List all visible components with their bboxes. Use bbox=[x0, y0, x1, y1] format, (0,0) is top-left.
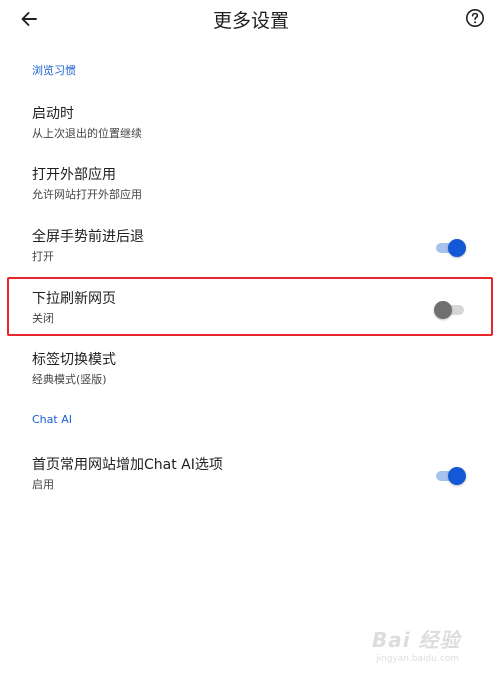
setting-subtitle: 打开 bbox=[32, 250, 54, 263]
setting-fullscreen-gesture[interactable]: 全屏手势前进后退 打开 bbox=[20, 227, 490, 273]
toggle-thumb bbox=[448, 239, 466, 257]
setting-subtitle: 从上次退出的位置继续 bbox=[32, 127, 142, 140]
pull-to-refresh-toggle[interactable] bbox=[434, 299, 466, 321]
setting-startup[interactable]: 启动时 从上次退出的位置继续 bbox=[20, 104, 490, 150]
setting-subtitle: 经典模式(竖版) bbox=[32, 373, 107, 386]
setting-title: 首页常用网站增加Chat AI选项 bbox=[32, 457, 223, 473]
setting-homepage-chat-ai[interactable]: 首页常用网站增加Chat AI选项 启用 bbox=[20, 455, 490, 501]
top-app-bar: 更多设置 bbox=[0, 0, 502, 42]
section-header-browsing-habits: 浏览习惯 bbox=[32, 64, 76, 77]
section-header-chat-ai: Chat AI bbox=[32, 413, 72, 426]
help-button[interactable] bbox=[464, 9, 486, 31]
setting-subtitle: 启用 bbox=[32, 478, 54, 491]
setting-subtitle: 允许网站打开外部应用 bbox=[32, 188, 142, 201]
settings-page: 更多设置 浏览习惯 启动时 从上次退出的位置继续 打开外部应用 允许网站打开外部… bbox=[0, 0, 502, 680]
help-circle-icon bbox=[465, 8, 485, 32]
watermark-logo-text: Bai 经验 bbox=[372, 628, 461, 652]
setting-title: 全屏手势前进后退 bbox=[32, 229, 144, 245]
setting-tab-switch-mode[interactable]: 标签切换模式 经典模式(竖版) bbox=[20, 350, 490, 396]
setting-title: 打开外部应用 bbox=[32, 167, 116, 183]
page-title: 更多设置 bbox=[212, 10, 289, 32]
toggle-thumb bbox=[448, 467, 466, 485]
setting-title: 标签切换模式 bbox=[32, 352, 116, 368]
fullscreen-gesture-toggle[interactable] bbox=[436, 237, 466, 259]
homepage-chat-ai-toggle[interactable] bbox=[436, 465, 466, 487]
setting-title: 启动时 bbox=[32, 106, 74, 122]
setting-title: 下拉刷新网页 bbox=[32, 291, 116, 307]
setting-open-external-apps[interactable]: 打开外部应用 允许网站打开外部应用 bbox=[20, 165, 490, 211]
setting-subtitle: 关闭 bbox=[32, 312, 54, 325]
setting-pull-to-refresh[interactable]: 下拉刷新网页 关闭 bbox=[20, 289, 490, 335]
toggle-thumb bbox=[434, 301, 452, 319]
watermark-url: jingyan.baidu.com bbox=[376, 654, 460, 664]
baidu-jingyan-watermark: Bai 经验 jingyan.baidu.com bbox=[372, 620, 492, 670]
